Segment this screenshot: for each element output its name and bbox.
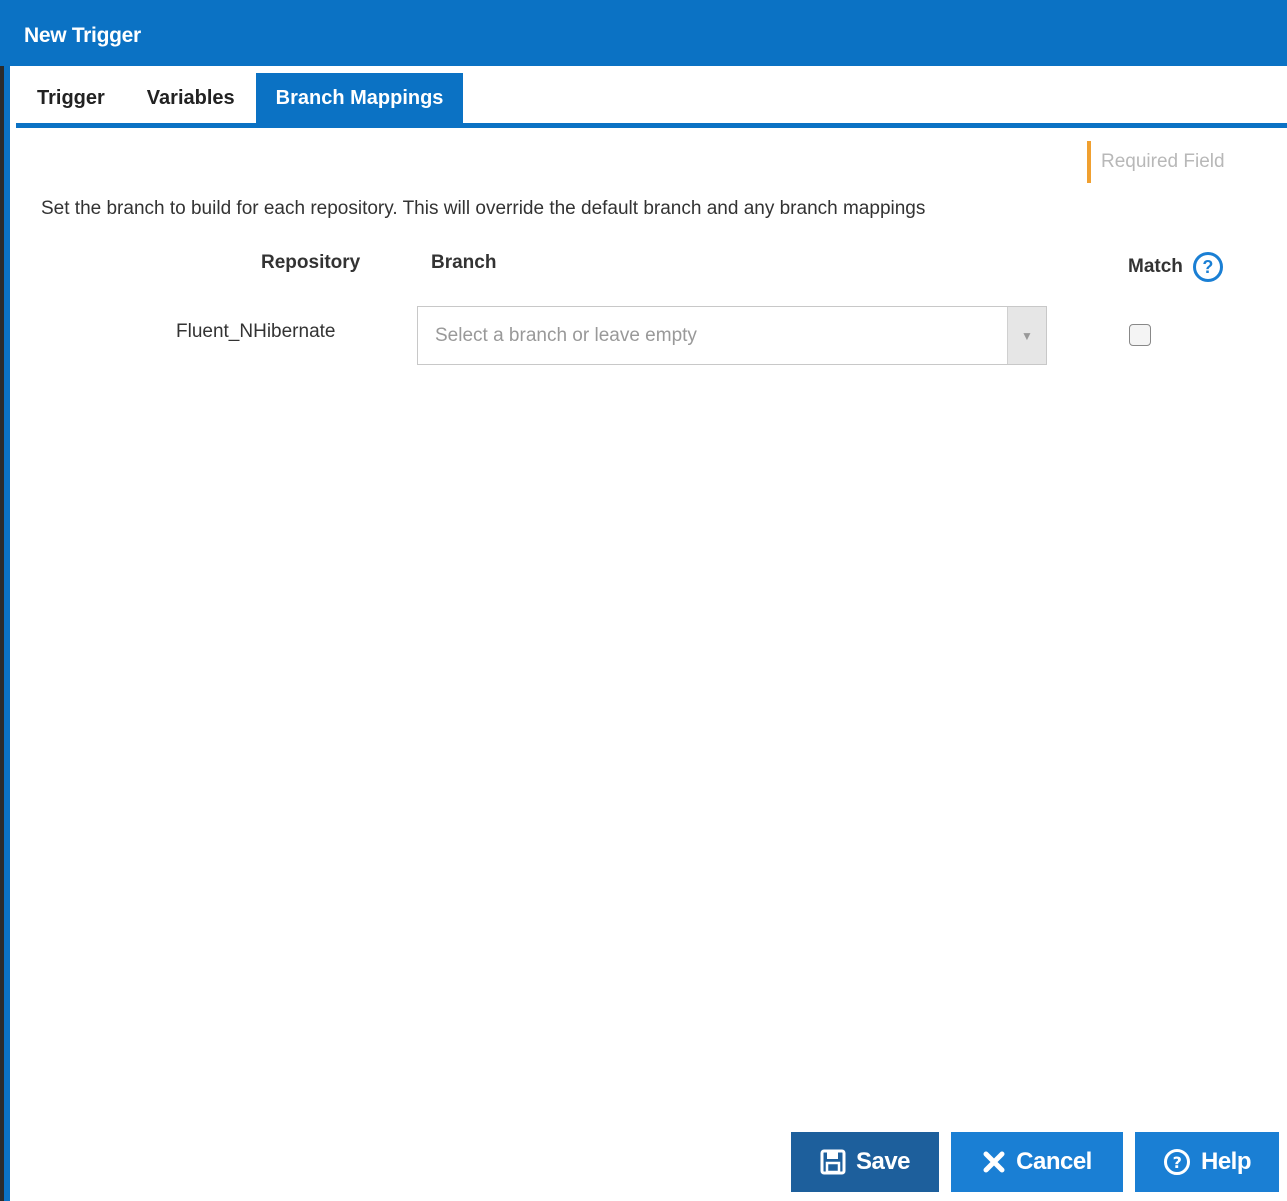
cancel-button[interactable]: Cancel [951, 1132, 1123, 1192]
new-trigger-dialog: New Trigger Trigger Variables Branch Map… [0, 0, 1287, 1201]
required-field-legend: Required Field [1087, 141, 1277, 183]
branch-mapping-description: Set the branch to build for each reposit… [41, 198, 926, 219]
cancel-button-label: Cancel [1016, 1148, 1092, 1175]
branch-column-header: Branch [431, 252, 497, 273]
match-checkbox[interactable] [1129, 324, 1151, 346]
floppy-disk-icon [820, 1149, 846, 1175]
save-button-label: Save [855, 1148, 911, 1175]
question-circle-icon: ? [1163, 1148, 1191, 1176]
help-button-label: Help [1200, 1148, 1252, 1175]
help-button[interactable]: ? Help [1135, 1132, 1279, 1192]
branch-select-placeholder: Select a branch or leave empty [435, 324, 697, 346]
match-header-label: Match [1128, 256, 1183, 277]
required-field-label: Required Field [1101, 151, 1225, 172]
tab-branch-mappings[interactable]: Branch Mappings [255, 73, 464, 123]
dialog-title: New Trigger [0, 0, 1287, 66]
question-circle-icon[interactable]: ? [1192, 252, 1223, 282]
tab-underline [16, 123, 1287, 128]
match-column-header: Match ? [1128, 252, 1223, 282]
svg-text:?: ? [1173, 1153, 1182, 1172]
tab-variables[interactable]: Variables [126, 73, 256, 123]
repository-column-header: Repository [261, 252, 361, 273]
tab-trigger[interactable]: Trigger [16, 73, 126, 123]
branch-select[interactable]: Select a branch or leave empty ▼ [417, 306, 1047, 365]
x-icon [982, 1150, 1006, 1174]
repository-name: Fluent_NHibernate [176, 321, 336, 342]
tab-bar: Trigger Variables Branch Mappings [16, 73, 464, 125]
caret-down-icon[interactable]: ▼ [1007, 307, 1046, 364]
save-button[interactable]: Save [791, 1132, 939, 1192]
